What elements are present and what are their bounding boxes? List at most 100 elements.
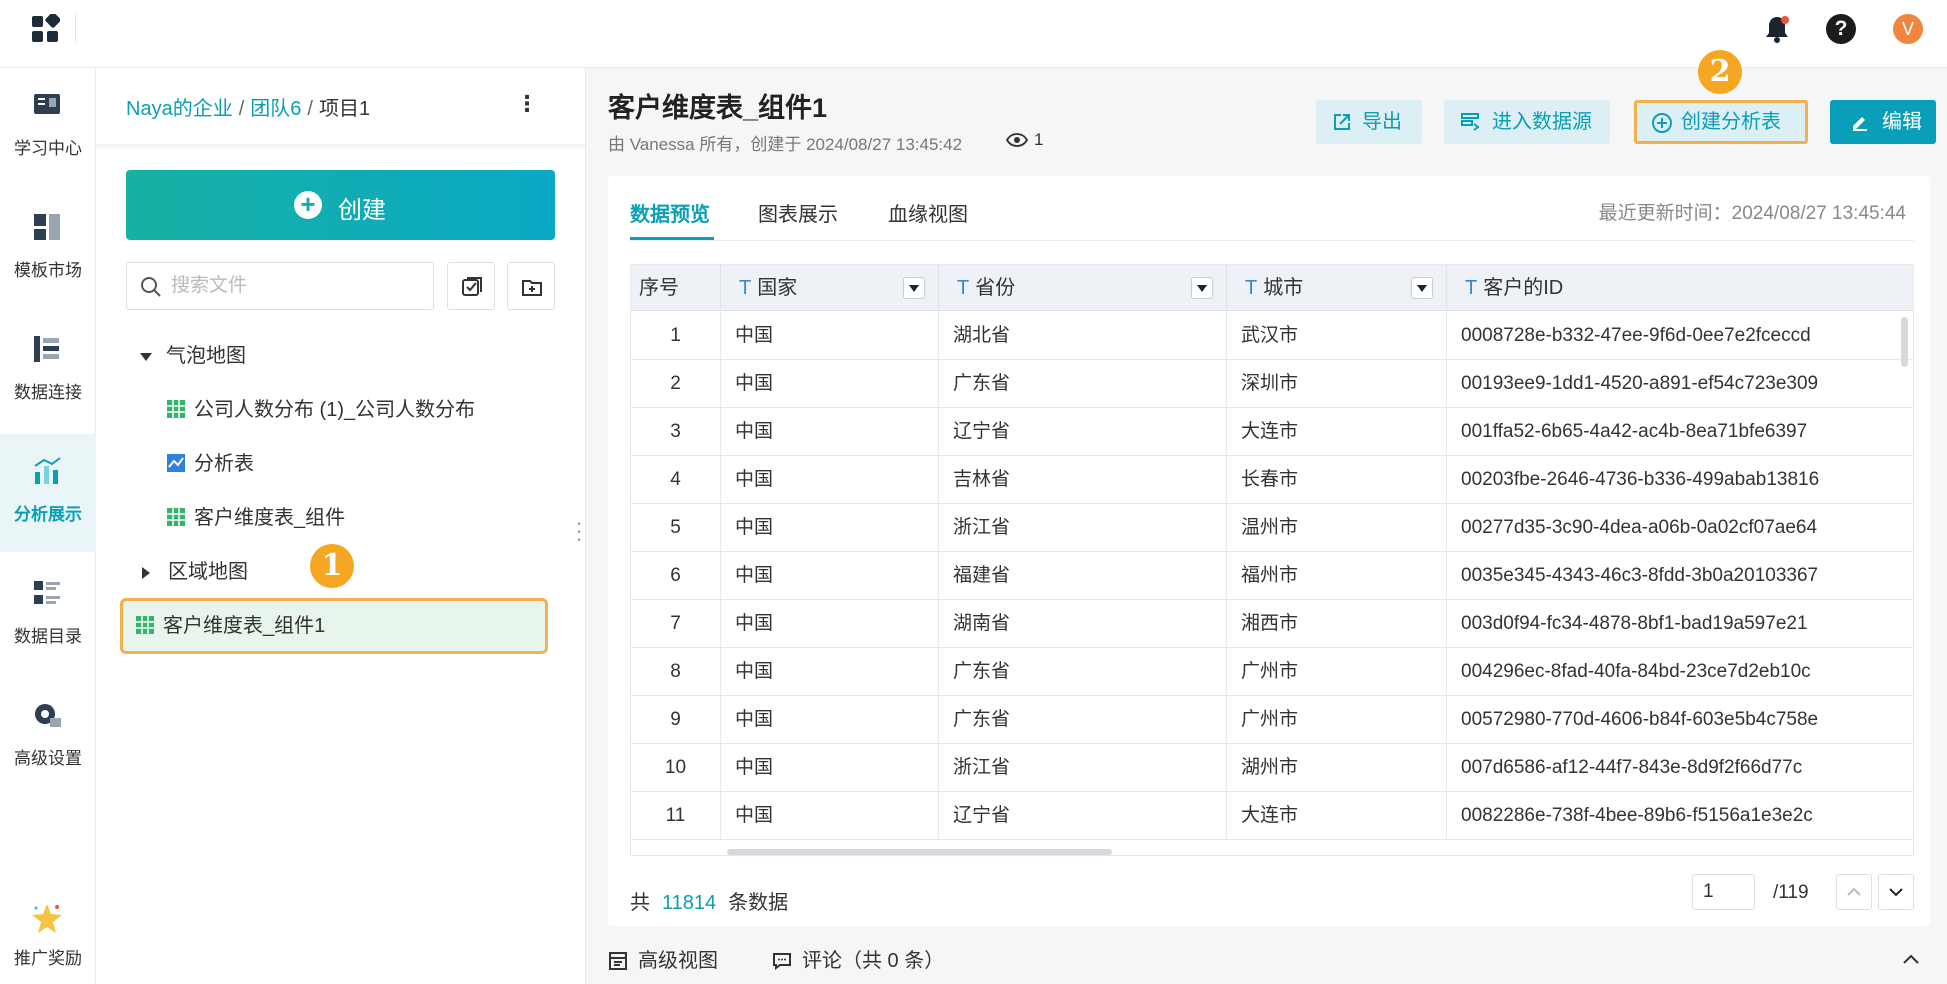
cell-customer-id: 00572980-770d-4606-b84f-603e5b4c758e	[1461, 709, 1819, 730]
table-icon	[167, 508, 185, 526]
export-label: 导出	[1362, 111, 1402, 133]
horizontal-scrollbar[interactable]	[727, 849, 1112, 855]
step-badge-1: 1	[310, 544, 354, 588]
file-panel: Naya的企业/团队6/项目1 ⋮ + 创建 气泡地图 公司人数分布 (1)_公…	[96, 68, 585, 984]
folder-label: 气泡地图	[166, 345, 246, 367]
column-dropdown-icon[interactable]	[1411, 277, 1433, 299]
table-row[interactable]: 1 中国 湖北省 武汉市 0008728e-b332-47ee-9f6d-0ee7e2f…	[631, 312, 1913, 360]
nav-item-rewards[interactable]: 推广奖励	[0, 888, 96, 984]
chevron-up-icon[interactable]	[1899, 948, 1923, 972]
vertical-scrollbar[interactable]	[1901, 317, 1908, 367]
batch-select-button[interactable]	[447, 262, 495, 310]
nav-label: 学习中心	[14, 139, 82, 158]
cell-province: 吉林省	[939, 456, 1227, 504]
column-header-province[interactable]: T 省份	[939, 265, 1227, 311]
notification-bell-icon[interactable]	[1763, 14, 1791, 44]
nav-item-learning[interactable]: 学习中心	[0, 68, 96, 186]
nav-item-templates[interactable]: 模板市场	[0, 190, 96, 308]
help-icon[interactable]: ?	[1826, 14, 1856, 44]
column-header-label: 省份	[975, 277, 1016, 299]
apps-grid-icon[interactable]	[30, 14, 60, 44]
column-header-customer-id[interactable]: T 客户的ID	[1447, 265, 1913, 311]
chevron-down-icon	[1889, 888, 1903, 897]
cell-province: 广东省	[939, 648, 1227, 696]
cell-customer-id: 0035e345-4343-46c3-8fdd-3b0a20103367	[1461, 565, 1819, 586]
more-options-icon[interactable]: ⋮	[516, 90, 538, 118]
nav-item-catalog[interactable]: 数据目录	[0, 556, 96, 674]
table-icon	[136, 616, 154, 634]
search-input[interactable]	[171, 271, 421, 301]
table-row[interactable]: 8 中国 广东省 广州市 004296ec-8fad-40fa-84bd-23ce7d2…	[631, 648, 1913, 696]
create-analysis-label: 创建分析表	[1681, 111, 1781, 133]
table-row[interactable]: 4 中国 吉林省 长春市 00203fbe-2646-4736-b336-499abab…	[631, 456, 1913, 504]
column-dropdown-icon[interactable]	[903, 277, 925, 299]
tree-folder-region-map[interactable]: 区域地图	[140, 550, 248, 594]
cell-province: 浙江省	[939, 504, 1227, 552]
tab-chart-display[interactable]: 图表展示	[758, 198, 838, 227]
view-count-value: 1	[1034, 130, 1044, 149]
table-row[interactable]: 9 中国 广东省 广州市 00572980-770d-4606-b84f-603e5b4…	[631, 696, 1913, 744]
table-row[interactable]: 7 中国 湖南省 湘西市 003d0f94-fc34-4878-8bf1-bad19a5…	[631, 600, 1913, 648]
cell-city: 福州市	[1227, 552, 1447, 600]
drag-handle-icon[interactable]: · · ·	[573, 516, 585, 548]
eye-icon	[1005, 133, 1029, 147]
table-row[interactable]: 6 中国 福建省 福州市 0035e345-4343-46c3-8fdd-3b0a201…	[631, 552, 1913, 600]
cell-province: 辽宁省	[939, 792, 1227, 840]
create-analysis-button[interactable]: 创建分析表	[1634, 100, 1808, 144]
table-row[interactable]: 3 中国 辽宁省 大连市 001ffa52-6b65-4a42-ac4b-8ea71bf…	[631, 408, 1913, 456]
new-folder-button[interactable]	[507, 262, 555, 310]
user-avatar[interactable]: V	[1893, 14, 1923, 44]
text-type-icon: T	[1245, 277, 1258, 299]
breadcrumb-team-link[interactable]: 团队6	[250, 98, 301, 120]
cell-customer-id: 001ffa52-6b65-4a42-ac4b-8ea71bfe6397	[1461, 421, 1808, 442]
chevron-up-icon	[1847, 887, 1861, 896]
cell-province: 湖南省	[939, 600, 1227, 648]
table-row[interactable]: 11 中国 辽宁省 大连市 0082286e-738f-4bee-89b6-f5156a…	[631, 792, 1913, 840]
cell-country: 中国	[721, 792, 939, 840]
nav-label: 推广奖励	[14, 949, 82, 968]
export-button[interactable]: 导出	[1316, 100, 1422, 144]
column-header-country[interactable]: T 国家	[721, 265, 939, 311]
cell-country: 中国	[721, 696, 939, 744]
edit-button[interactable]: 编辑	[1830, 100, 1936, 144]
tab-data-preview[interactable]: 数据预览	[630, 198, 710, 227]
column-header-city[interactable]: T 城市	[1227, 265, 1447, 311]
text-type-icon: T	[739, 277, 752, 299]
cell-index: 3	[631, 408, 721, 456]
table-row[interactable]: 2 中国 广东省 深圳市 00193ee9-1dd1-4520-a891-ef54c72…	[631, 360, 1913, 408]
line-chart-icon	[167, 454, 185, 472]
tree-item[interactable]: 客户维度表_组件	[166, 496, 345, 540]
tree-item-selected[interactable]: 客户维度表_组件1	[120, 598, 548, 654]
nav-item-settings[interactable]: 高级设置	[0, 678, 96, 796]
table-row[interactable]: 10 中国 浙江省 湖州市 007d6586-af12-44f7-843e-8d9f2f…	[631, 744, 1913, 792]
table-icon	[167, 400, 185, 418]
tree-item[interactable]: 公司人数分布 (1)_公司人数分布	[166, 388, 475, 432]
column-dropdown-icon[interactable]	[1191, 277, 1213, 299]
page-number-input[interactable]	[1692, 874, 1755, 910]
tree-folder-bubble-map[interactable]: 气泡地图	[140, 334, 246, 378]
data-card: 数据预览 图表展示 血缘视图 最近更新时间：2024/08/27 13:45:4…	[608, 176, 1930, 926]
tab-lineage-view[interactable]: 血缘视图	[888, 198, 968, 227]
tree-item[interactable]: 分析表	[166, 442, 254, 486]
last-updated: 最近更新时间：2024/08/27 13:45:44	[1598, 203, 1906, 224]
prev-page-button[interactable]	[1836, 874, 1872, 910]
comments-button[interactable]: 评论（共 0 条）	[772, 944, 944, 973]
enter-datasource-button[interactable]: 进入数据源	[1444, 100, 1610, 144]
cell-customer-id: 003d0f94-fc34-4878-8bf1-bad19a597e21	[1461, 613, 1808, 634]
cell-city: 深圳市	[1227, 360, 1447, 408]
nav-item-analysis[interactable]: 分析展示	[0, 434, 96, 552]
cell-city: 湖州市	[1227, 744, 1447, 792]
column-header-label: 客户的ID	[1483, 277, 1564, 299]
breadcrumb-org-link[interactable]: Naya的企业	[126, 98, 233, 120]
cell-province: 福建省	[939, 552, 1227, 600]
cell-city: 武汉市	[1227, 312, 1447, 360]
next-page-button[interactable]	[1878, 874, 1914, 910]
main-content: 客户维度表_组件1 由 Vanessa 所有，创建于 2024/08/27 13…	[586, 50, 1947, 984]
table-row[interactable]: 5 中国 浙江省 温州市 00277d35-3c90-4dea-a06b-0a02cf0…	[631, 504, 1913, 552]
nav-item-data-connect[interactable]: 数据连接	[0, 312, 96, 430]
page-total: /119	[1773, 882, 1809, 903]
advanced-view-button[interactable]: 高级视图	[608, 944, 718, 973]
create-button[interactable]: + 创建	[126, 170, 555, 240]
cell-city: 温州市	[1227, 504, 1447, 552]
nav-label: 高级设置	[14, 749, 82, 768]
